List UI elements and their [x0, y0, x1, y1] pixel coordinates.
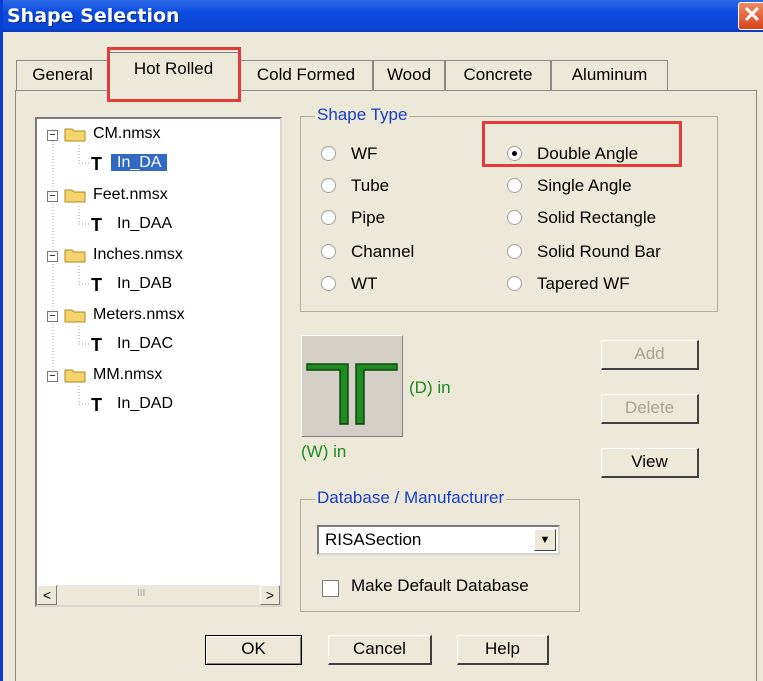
make-default-checkbox[interactable] — [322, 580, 339, 597]
tree-folder-label[interactable]: MM.nmsx — [93, 361, 162, 389]
database-dropdown[interactable]: RISASection ▼ — [317, 525, 560, 555]
tree-shape-label[interactable]: In_DAA — [117, 210, 172, 238]
radio-button[interactable] — [507, 178, 522, 193]
scroll-left-button[interactable]: < — [37, 585, 57, 605]
tree-folder-label[interactable]: Inches.nmsx — [93, 241, 183, 269]
cancel-button[interactable]: Cancel — [328, 635, 432, 665]
tree-shape-label[interactable]: In_DA — [111, 149, 168, 177]
shape-selection-dialog: Shape Selection ✕ General Hot Rolled Col… — [0, 0, 763, 681]
collapse-icon[interactable]: − — [47, 311, 58, 322]
database-title: Database / Manufacturer — [315, 488, 507, 508]
tree-folder-label[interactable]: Meters.nmsx — [93, 301, 185, 329]
tree-shape-label[interactable]: In_DAB — [117, 270, 172, 298]
radio-button[interactable] — [321, 178, 336, 193]
collapse-icon[interactable]: − — [47, 371, 58, 382]
tree-shape-label[interactable]: In_DAD — [117, 390, 173, 418]
radio-button[interactable] — [507, 276, 522, 291]
radio-button-checked[interactable] — [507, 146, 522, 161]
folder-icon — [64, 249, 86, 263]
beam-icon: T — [91, 395, 102, 415]
tab-cold-formed[interactable]: Cold Formed — [239, 60, 373, 90]
window-title: Shape Selection — [7, 5, 180, 27]
beam-icon: T — [91, 335, 102, 355]
tab-highlight-box — [107, 47, 241, 102]
collapse-icon[interactable]: − — [47, 130, 58, 141]
radio-button[interactable] — [321, 244, 336, 259]
shape-type-title: Shape Type — [315, 105, 410, 125]
beam-icon: T — [91, 154, 102, 174]
tab-aluminum[interactable]: Aluminum — [551, 60, 668, 90]
folder-icon — [64, 189, 86, 203]
tree-selected-item[interactable]: In_DA — [111, 154, 168, 171]
depth-label: (D) in — [409, 378, 451, 397]
ok-button[interactable]: OK — [205, 635, 302, 665]
tree-folder-label[interactable]: CM.nmsx — [93, 120, 161, 148]
radio-button[interactable] — [507, 210, 522, 225]
close-button[interactable]: ✕ — [738, 2, 763, 30]
add-button[interactable]: Add — [601, 340, 699, 370]
folder-icon — [64, 369, 86, 383]
file-tree[interactable]: − CM.nmsx T In_DA − Feet.nmsx T In_DAA −… — [35, 117, 282, 607]
radio-button[interactable] — [321, 146, 336, 161]
help-button[interactable]: Help — [457, 635, 549, 665]
width-label: (W) in — [301, 442, 347, 461]
beam-icon: T — [91, 215, 102, 235]
make-default-label[interactable]: Make Default Database — [351, 576, 529, 596]
radio-button[interactable] — [321, 276, 336, 291]
folder-icon — [64, 309, 86, 323]
folder-icon — [64, 128, 86, 142]
radio-button[interactable] — [321, 210, 336, 225]
tab-concrete[interactable]: Concrete — [445, 60, 551, 90]
horizontal-scrollbar[interactable]: < III > — [37, 585, 280, 605]
collapse-icon[interactable]: − — [47, 191, 58, 202]
tab-wood[interactable]: Wood — [373, 60, 445, 90]
collapse-icon[interactable]: − — [47, 251, 58, 262]
title-bar[interactable]: Shape Selection ✕ — [3, 0, 763, 32]
database-selected-value: RISASection — [325, 530, 422, 549]
double-angle-shape-icon — [306, 363, 398, 425]
tree-folder-label[interactable]: Feet.nmsx — [93, 181, 168, 209]
scroll-right-button[interactable]: > — [260, 585, 280, 605]
scroll-thumb-grip[interactable]: III — [137, 588, 145, 599]
tree-shape-label[interactable]: In_DAC — [117, 330, 173, 358]
tab-general[interactable]: General — [16, 60, 109, 90]
view-button[interactable]: View — [601, 448, 699, 478]
beam-icon: T — [91, 275, 102, 295]
chevron-down-icon[interactable]: ▼ — [534, 529, 556, 551]
shape-preview — [301, 335, 403, 437]
radio-button[interactable] — [507, 244, 522, 259]
delete-button[interactable]: Delete — [601, 394, 699, 424]
